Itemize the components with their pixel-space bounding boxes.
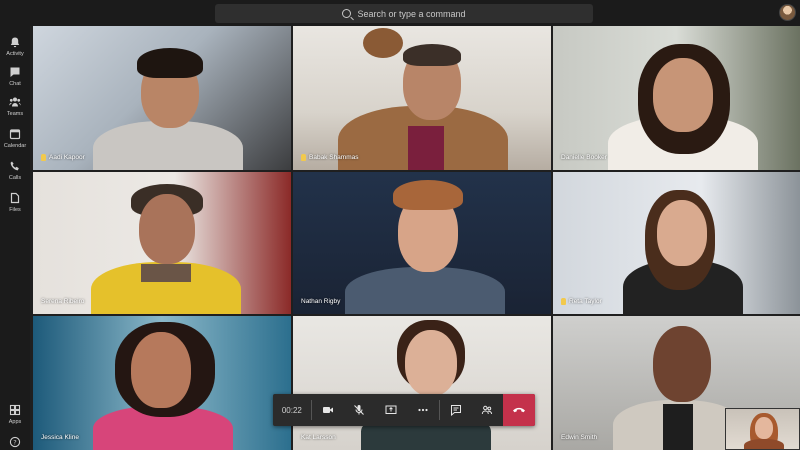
video-tile[interactable]: Aadi Kapoor [33,26,291,170]
search-box[interactable]: Search or type a command [215,4,593,23]
camera-button[interactable] [312,394,344,426]
search-placeholder: Search or type a command [357,8,466,19]
rail-label: Calls [8,174,22,181]
chat-icon [450,405,461,416]
files-icon [10,192,20,203]
raise-hand-icon [41,154,46,161]
video-tile[interactable]: Kat Larsson [293,316,551,450]
rail-label: Chat [9,80,21,87]
profile-avatar[interactable] [779,4,796,21]
rail-label: Teams [6,110,24,117]
video-tile[interactable]: Serena Ribeiro [33,172,291,314]
call-control-bar: 00:22 [273,394,535,426]
video-tile[interactable]: Jessica Kline [33,316,291,450]
calendar-icon [9,128,21,139]
video-tile[interactable]: Reta Taylor [553,172,800,314]
participant-name: Serena Ribeiro [41,298,85,305]
help-icon: ? [9,436,21,448]
rail-label: Activity [6,50,24,57]
svg-text:?: ? [13,438,16,446]
title-bar: Search or type a command [0,0,800,26]
video-tile[interactable]: Danielle Booker [553,26,800,170]
rail-label: Apps [8,418,22,425]
participant-name: Danielle Booker [561,154,607,161]
participants-icon [482,405,493,415]
raise-hand-icon [301,154,306,161]
rail-label: Files [9,206,21,213]
share-screen-icon [385,405,397,414]
apps-icon [9,404,21,415]
participant-name: Edwin Smith [561,434,598,441]
hang-up-icon [513,407,526,413]
search-icon [342,9,352,18]
hang-up-button[interactable] [503,394,535,426]
rail-item-calendar[interactable]: Calendar [0,122,30,154]
participant-name: Aadi Kapoor [41,154,85,161]
raise-hand-icon [561,298,566,305]
rail-item-calls[interactable]: Calls [0,154,30,186]
bell-icon [10,37,20,47]
conversation-button[interactable] [440,394,472,426]
share-screen-button[interactable] [375,394,407,426]
camera-icon [322,407,333,413]
call-timer: 00:22 [281,405,302,415]
self-view[interactable] [725,408,800,450]
participant-name: Reta Taylor [561,298,602,305]
more-icon [418,408,428,412]
rail-item-teams[interactable]: Teams [0,90,30,122]
video-tile[interactable]: Nathan Rigby [293,172,551,314]
app-rail: Activity Chat Teams Calendar Calls Files… [0,26,30,450]
rail-label: Calendar [3,142,27,149]
chat-icon [10,67,20,77]
participant-name: Babak Shammas [301,154,359,161]
participant-name: Jessica Kline [41,434,79,441]
video-tile[interactable]: Babak Shammas [293,26,551,170]
rail-item-files[interactable]: Files [0,186,30,218]
mic-off-icon [354,405,365,415]
rail-item-chat[interactable]: Chat [0,60,30,92]
participant-name: Nathan Rigby [301,298,341,305]
participant-name: Kat Larsson [301,434,336,441]
more-actions-button[interactable] [407,394,439,426]
video-grid: Aadi Kapoor Babak Shammas Danielle Booke… [33,26,800,450]
participants-button[interactable] [471,394,503,426]
teams-icon [9,97,21,106]
phone-icon [10,161,19,170]
mute-button[interactable] [343,394,375,426]
rail-item-help[interactable]: ? [0,426,30,450]
rail-item-activity[interactable]: Activity [0,30,30,62]
